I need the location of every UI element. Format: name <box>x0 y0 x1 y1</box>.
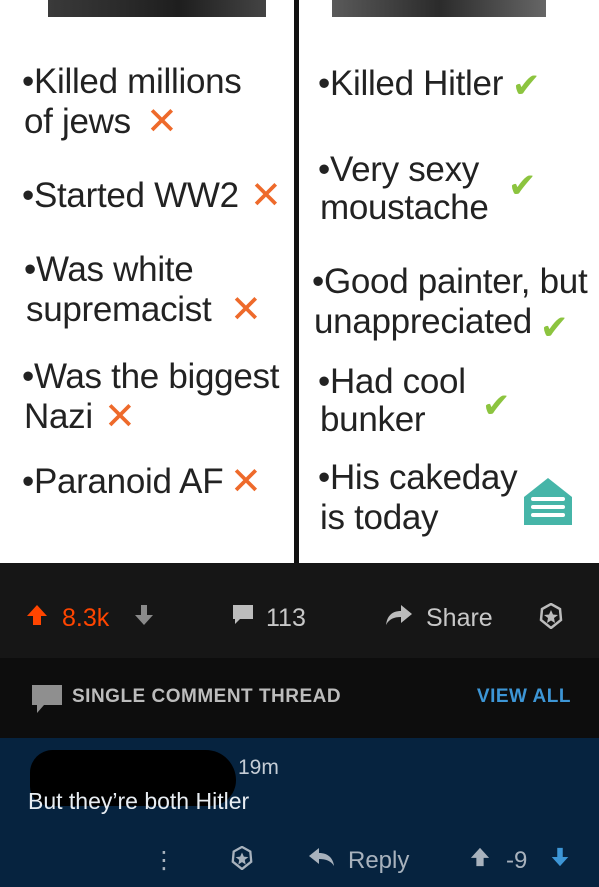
left-item-1-line1: •Killed millions <box>22 62 242 101</box>
column-divider <box>294 0 299 563</box>
right-item-5-line2: is today <box>320 498 439 537</box>
right-item-1-line1: •Killed Hitler <box>318 64 504 103</box>
right-item-3-line2: unappreciated <box>314 302 532 341</box>
comment-score: -9 <box>506 847 528 874</box>
comment-icon <box>30 682 64 721</box>
comment: 19m But they’re both Hitler ⋮ Reply -9 <box>0 738 599 887</box>
right-item-4-line1: •Had cool <box>318 362 466 401</box>
award-icon[interactable] <box>538 602 564 636</box>
right-item-5-line1: •His cakeday <box>318 458 518 497</box>
right-item-3-line1: •Good painter, but <box>312 262 588 301</box>
single-comment-thread-bar: SINGLE COMMENT THREAD VIEW ALL <box>0 658 599 738</box>
cross-icon: ✕ <box>146 101 178 143</box>
right-item-2-line2: moustache <box>320 188 489 227</box>
left-item-4-line2: Nazi <box>24 397 93 436</box>
comment-body: But they’re both Hitler <box>28 788 250 814</box>
right-item-4-line2: bunker <box>320 400 426 439</box>
downvote-arrow-icon[interactable] <box>134 603 154 634</box>
left-item-4-line1: •Was the biggest <box>22 357 280 396</box>
post-action-bar: 8.3k 113 Share <box>0 563 599 658</box>
cross-icon: ✕ <box>230 289 262 331</box>
check-icon: ✔ <box>512 67 541 105</box>
right-item-2-line1: •Very sexy <box>318 150 479 189</box>
cross-icon: ✕ <box>104 396 136 438</box>
cross-icon: ✕ <box>250 175 282 217</box>
left-item-1-line2: of jews <box>24 102 131 141</box>
photo-strip-left <box>48 0 266 17</box>
comment-count[interactable]: 113 <box>266 603 306 633</box>
comment-bubble-icon[interactable] <box>230 603 256 634</box>
check-icon: ✔ <box>508 167 537 205</box>
left-item-3-line1: •Was white <box>24 250 194 289</box>
comment-timestamp: 19m <box>238 756 279 779</box>
comment-downvote-icon[interactable] <box>550 846 570 876</box>
thread-label: SINGLE COMMENT THREAD <box>72 686 342 707</box>
photo-strip-right <box>332 0 546 17</box>
reply-button[interactable]: Reply <box>348 846 409 876</box>
award-icon[interactable] <box>230 845 254 878</box>
left-item-5-line1: •Paranoid AF <box>22 462 224 501</box>
cross-icon: ✕ <box>230 461 262 503</box>
check-icon: ✔ <box>540 309 569 347</box>
post-image[interactable]: •Killed millions of jews ✕ •Started WW2 … <box>0 0 599 563</box>
upvote-arrow-icon[interactable] <box>26 603 48 634</box>
cake-icon <box>524 478 572 525</box>
more-options-icon[interactable]: ⋮ <box>152 846 176 876</box>
comment-upvote-icon[interactable] <box>470 846 490 876</box>
share-arrow-icon[interactable] <box>384 603 414 634</box>
check-icon: ✔ <box>482 387 511 425</box>
post-score: 8.3k <box>62 604 110 632</box>
reply-arrow-icon[interactable] <box>308 846 336 876</box>
view-all-button[interactable]: VIEW ALL <box>477 686 571 708</box>
left-item-2-line1: •Started WW2 <box>22 176 239 215</box>
left-item-3-line2: supremacist <box>26 290 212 329</box>
share-button[interactable]: Share <box>426 603 493 633</box>
